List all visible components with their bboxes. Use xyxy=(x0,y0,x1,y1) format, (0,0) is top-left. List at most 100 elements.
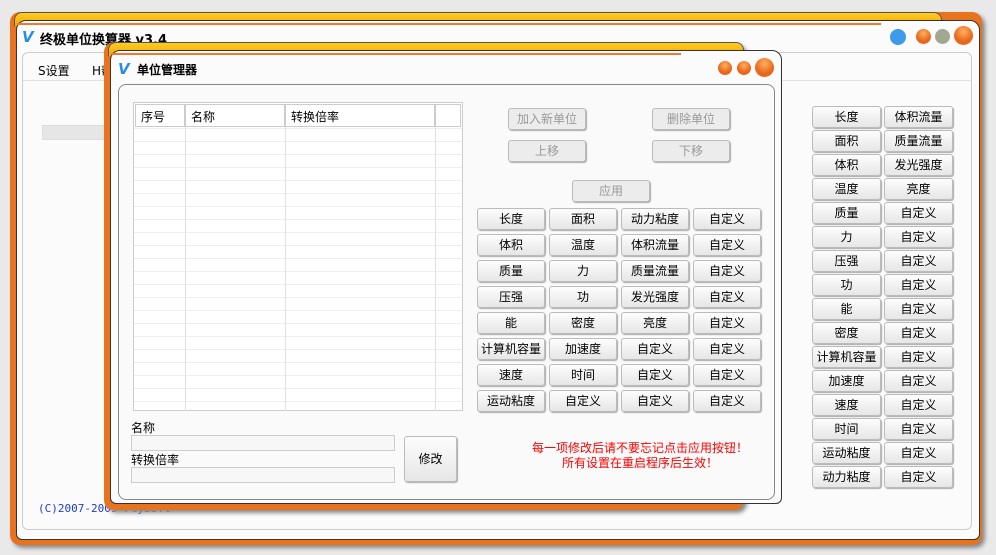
category-button[interactable]: 温度 xyxy=(812,178,881,200)
category-button[interactable]: 动力粘度 xyxy=(812,466,881,488)
category-button[interactable]: 能 xyxy=(812,298,881,320)
category-button[interactable]: 运动粘度 xyxy=(812,442,881,464)
column-header-blank xyxy=(435,104,461,127)
category-button[interactable]: 自定义 xyxy=(884,466,953,488)
column-divider xyxy=(435,127,436,411)
category-button[interactable]: 功 xyxy=(549,286,617,308)
category-button[interactable]: 亮度 xyxy=(884,178,953,200)
category-button[interactable]: 自定义 xyxy=(693,286,761,308)
category-button[interactable]: 自定义 xyxy=(693,312,761,334)
category-button[interactable]: 自定义 xyxy=(621,390,689,412)
category-button[interactable]: 时间 xyxy=(812,418,881,440)
rate-input[interactable] xyxy=(131,467,395,483)
category-button[interactable]: 亮度 xyxy=(621,312,689,334)
category-button[interactable]: 加速度 xyxy=(549,338,617,360)
category-button[interactable]: 质量 xyxy=(812,202,881,224)
category-button[interactable]: 发光强度 xyxy=(621,286,689,308)
category-button[interactable]: 质量流量 xyxy=(621,260,689,282)
category-button[interactable]: 面积 xyxy=(549,208,617,230)
category-button[interactable]: 质量 xyxy=(477,260,545,282)
name-input[interactable] xyxy=(131,435,395,451)
dialog-minimize-button[interactable] xyxy=(718,61,732,75)
category-button[interactable]: 自定义 xyxy=(693,260,761,282)
menu-settings[interactable]: S设置 xyxy=(38,62,70,79)
move-up-button[interactable]: 上移 xyxy=(508,140,586,162)
column-divider xyxy=(185,127,186,411)
category-button[interactable]: 计算机容量 xyxy=(812,346,881,368)
category-button[interactable]: 温度 xyxy=(549,234,617,256)
column-divider xyxy=(285,127,286,411)
title-line xyxy=(17,23,881,25)
category-button[interactable]: 自定义 xyxy=(884,298,953,320)
dialog-logo-icon: V xyxy=(118,60,130,78)
category-button[interactable]: 速度 xyxy=(477,364,545,386)
category-button[interactable]: 自定义 xyxy=(693,364,761,386)
category-button[interactable]: 自定义 xyxy=(884,370,953,392)
category-button[interactable]: 计算机容量 xyxy=(477,338,545,360)
category-button[interactable]: 运动粘度 xyxy=(477,390,545,412)
category-button[interactable]: 压强 xyxy=(812,250,881,272)
apply-button[interactable]: 应用 xyxy=(572,180,650,202)
move-down-button[interactable]: 下移 xyxy=(652,140,730,162)
category-button[interactable]: 自定义 xyxy=(884,394,953,416)
category-button[interactable]: 体积流量 xyxy=(884,106,953,128)
category-button[interactable]: 密度 xyxy=(549,312,617,334)
category-button[interactable]: 体积 xyxy=(477,234,545,256)
close-button[interactable] xyxy=(954,26,973,45)
category-button[interactable]: 质量流量 xyxy=(884,130,953,152)
app-logo-icon: V xyxy=(22,28,34,46)
column-header-index[interactable]: 序号 xyxy=(135,104,185,127)
category-button[interactable]: 自定义 xyxy=(693,338,761,360)
add-unit-button[interactable]: 加入新单位 xyxy=(508,108,586,130)
category-button[interactable]: 自定义 xyxy=(884,202,953,224)
category-button[interactable]: 自定义 xyxy=(693,390,761,412)
category-button[interactable]: 力 xyxy=(812,226,881,248)
category-button[interactable]: 发光强度 xyxy=(884,154,953,176)
notice-line-1: 每一项修改后请不要忘记点击应用按钮！ xyxy=(531,441,748,455)
category-button[interactable]: 自定义 xyxy=(884,250,953,272)
input-box[interactable] xyxy=(42,125,112,140)
category-button[interactable]: 自定义 xyxy=(884,226,953,248)
category-button[interactable]: 自定义 xyxy=(621,338,689,360)
notice-text: 每一项修改后请不要忘记点击应用按钮！ 所有设置在重启程序后生效！ xyxy=(520,441,760,471)
category-button[interactable]: 时间 xyxy=(549,364,617,386)
delete-unit-button[interactable]: 删除单位 xyxy=(652,108,730,130)
dialog-close-button[interactable] xyxy=(755,58,774,77)
category-button[interactable]: 压强 xyxy=(477,286,545,308)
category-button[interactable]: 自定义 xyxy=(549,390,617,412)
name-label: 名称 xyxy=(131,421,156,435)
table-header: 序号 名称 转换倍率 xyxy=(135,104,461,127)
column-header-name[interactable]: 名称 xyxy=(185,104,285,127)
category-button[interactable]: 长度 xyxy=(477,208,545,230)
category-button[interactable]: 自定义 xyxy=(884,418,953,440)
rate-label: 转换倍率 xyxy=(131,453,180,467)
category-button[interactable]: 面积 xyxy=(812,130,881,152)
unit-table[interactable]: 序号 名称 转换倍率 xyxy=(133,102,463,411)
category-button[interactable]: 体积 xyxy=(812,154,881,176)
category-button[interactable]: 密度 xyxy=(812,322,881,344)
category-button[interactable]: 自定义 xyxy=(693,234,761,256)
help-icon[interactable] xyxy=(890,29,906,45)
category-button[interactable]: 长度 xyxy=(812,106,881,128)
category-button[interactable]: 功 xyxy=(812,274,881,296)
category-button[interactable]: 自定义 xyxy=(884,322,953,344)
category-button[interactable]: 自定义 xyxy=(884,346,953,368)
column-header-rate[interactable]: 转换倍率 xyxy=(285,104,435,127)
notice-line-2: 所有设置在重启程序后生效！ xyxy=(561,456,718,470)
category-button[interactable]: 自定义 xyxy=(693,208,761,230)
dialog-maximize-button[interactable] xyxy=(737,61,751,75)
minimize-button[interactable] xyxy=(916,29,931,44)
category-button[interactable]: 体积流量 xyxy=(621,234,689,256)
title-line xyxy=(111,53,681,55)
category-button[interactable]: 自定义 xyxy=(884,442,953,464)
category-button[interactable]: 力 xyxy=(549,260,617,282)
category-button[interactable]: 能 xyxy=(477,312,545,334)
modify-button[interactable]: 修改 xyxy=(404,436,457,482)
category-button[interactable]: 自定义 xyxy=(621,364,689,386)
dialog-title: 单位管理器 xyxy=(137,63,198,77)
category-button[interactable]: 速度 xyxy=(812,394,881,416)
maximize-button[interactable] xyxy=(935,29,950,44)
category-button[interactable]: 自定义 xyxy=(884,274,953,296)
category-button[interactable]: 动力粘度 xyxy=(621,208,689,230)
category-button[interactable]: 加速度 xyxy=(812,370,881,392)
